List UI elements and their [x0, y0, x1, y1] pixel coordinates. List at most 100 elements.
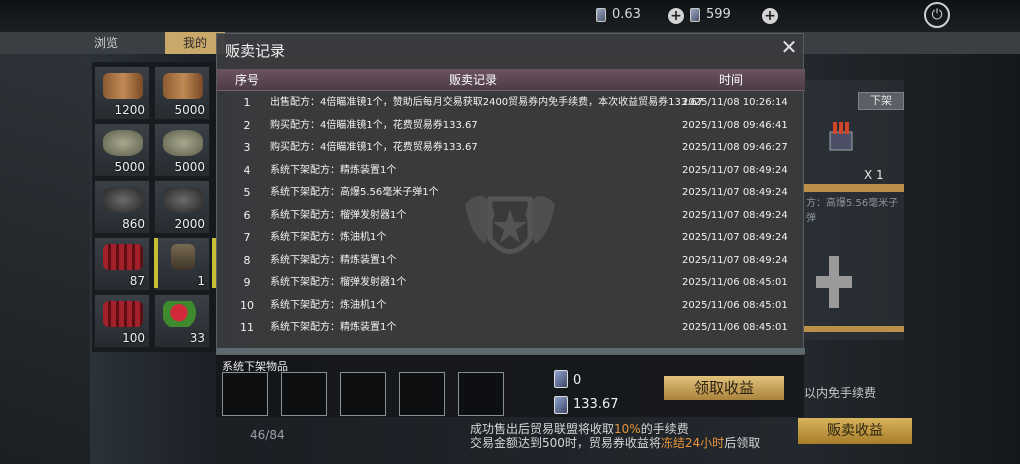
delisted-slot[interactable] [222, 372, 268, 416]
column-index: 序号 [235, 73, 260, 87]
sell-income-button[interactable]: 贩卖收益 [798, 418, 912, 444]
listing-quantity: X 1 [864, 168, 884, 182]
collect-income-button[interactable]: 领取收益 [664, 376, 784, 400]
item-count: 33 [189, 331, 205, 345]
record-time: 2025/11/06 08:45:01 [682, 322, 788, 333]
record-time: 2025/11/06 08:45:01 [682, 277, 788, 288]
item-count: 100 [122, 331, 145, 345]
record-text: 系统下架配方：榴弹发射器1个 [270, 277, 407, 288]
record-row: 4 系统下架配方：精炼装置1个 2025/11/07 08:49:24 [217, 160, 805, 183]
inventory-page-count: 46/84 [250, 428, 285, 442]
record-row: 11 系统下架配方：精炼装置1个 2025/11/06 08:45:01 [217, 317, 805, 340]
record-text: 系统下架配方：炼油机1个 [270, 299, 387, 311]
item-count: 87 [129, 274, 145, 288]
add-currency-1-button[interactable]: + [668, 8, 684, 24]
record-row: 8 系统下架配方：精炼装置1个 2025/11/07 08:49:24 [217, 250, 805, 273]
wood-icon [103, 73, 143, 99]
stone-icon [163, 130, 203, 156]
inventory-item-wood-2[interactable]: 5000 [154, 66, 210, 120]
inventory-item-stone[interactable]: 5000 [94, 123, 150, 177]
record-text: 系统下架配方：精炼装置1个 [270, 322, 397, 333]
inventory-item-wood[interactable]: 1200 [94, 66, 150, 120]
free-fee-text: 以内免手续费 [804, 386, 877, 400]
card-income-value: 0 [573, 373, 582, 388]
inventory-grid: 1200 5000 5000 5000 860 2000 87 1 100 33 [92, 62, 216, 352]
sales-record-dialog: 贩卖记录 ✕ 序号 贩卖记录 时间 1 出售配方：4倍瞄准镜1个，赞助后每月交易获… [216, 33, 805, 355]
delist-button[interactable]: 下架 [858, 92, 904, 110]
inventory-item-ore[interactable]: 860 [94, 180, 150, 234]
record-text: 购买配方：4倍瞄准镜1个，花费贸易券133.67 [270, 119, 478, 131]
inventory-item-dynamite-2[interactable]: 100 [94, 294, 150, 348]
ticket-income-value: 133.67 [573, 397, 619, 412]
delisted-slot[interactable] [399, 372, 445, 416]
item-count: 5000 [114, 160, 145, 174]
record-time: 2025/11/07 08:49:24 [682, 254, 788, 266]
scrollbar[interactable] [217, 348, 805, 354]
record-text: 系统下架配方：精炼装置1个 [270, 164, 397, 176]
freeze-duration: 冻结24小时 [660, 436, 725, 450]
record-time: 2025/11/08 09:46:41 [682, 119, 788, 131]
ore-icon [163, 187, 203, 213]
ticket-icon [596, 7, 606, 22]
record-time: 2025/11/07 08:49:24 [682, 209, 788, 221]
record-index: 1 [243, 96, 251, 109]
record-index: 5 [243, 186, 251, 199]
item-count: 2000 [174, 217, 205, 231]
inventory-item-berries[interactable]: 33 [154, 294, 210, 348]
add-listing-icon[interactable] [816, 252, 852, 312]
record-index: 11 [240, 321, 254, 334]
record-index: 3 [243, 141, 251, 154]
item-count: 5000 [174, 160, 205, 174]
inventory-item-boots[interactable]: 1 [154, 237, 210, 291]
fee-text: 后领取 [724, 436, 761, 450]
record-text: 系统下架配方：炼油机1个 [270, 232, 387, 243]
record-text: 系统下架配方：榴弹发射器1个 [270, 209, 407, 221]
record-row: 6 系统下架配方：榴弹发射器1个 2025/11/07 08:49:24 [217, 205, 805, 228]
currency-2-value: 599 [706, 7, 731, 22]
selection-bar [154, 238, 158, 288]
record-row: 3 购买配方：4倍瞄准镜1个，花费贸易券133.67 2025/11/08 09:4… [217, 137, 805, 160]
wood-icon [163, 73, 203, 99]
tab-browse[interactable]: 浏览 [72, 32, 140, 54]
record-text: 出售配方：4倍瞄准镜1个，赞助后每月交易获取2400贸易券内免手续费，本次收益贸… [270, 97, 704, 108]
currency-1-value: 0.63 [612, 7, 641, 22]
inventory-item-stone-2[interactable]: 5000 [154, 123, 210, 177]
delisted-slot[interactable] [458, 372, 504, 416]
currency-1: 0.63 [596, 7, 641, 22]
record-time: 2025/11/08 09:46:27 [682, 142, 788, 153]
column-time: 时间 [719, 73, 744, 87]
power-button[interactable]: ⏻ [924, 2, 950, 28]
delisted-slot[interactable] [281, 372, 327, 416]
divider [804, 326, 904, 332]
record-index: 2 [243, 118, 251, 132]
inventory-item-dynamite[interactable]: 87 [94, 237, 150, 291]
ammo-icon [829, 122, 853, 151]
boots-icon [171, 244, 195, 270]
ticket-icon [554, 396, 568, 414]
record-text: 购买配方：4倍瞄准镜1个，花费贸易券133.67 [270, 142, 478, 153]
dialog-title: 贩卖记录 [225, 42, 286, 60]
record-time: 2025/11/07 08:49:24 [682, 232, 788, 243]
top-bar [0, 0, 1020, 32]
records-list[interactable]: 1 出售配方：4倍瞄准镜1个，赞助后每月交易获取2400贸易券内免手续费，本次收益… [217, 92, 805, 346]
record-index: 8 [243, 253, 251, 267]
add-currency-2-button[interactable]: + [762, 8, 778, 24]
item-count: 5000 [174, 103, 205, 117]
record-time: 2025/11/06 08:45:01 [682, 299, 788, 311]
divider [804, 184, 904, 192]
stone-icon [103, 130, 143, 156]
inventory-item-ore-2[interactable]: 2000 [154, 180, 210, 234]
fee-text: 交易金额达到500时，贸易券收益将 [470, 436, 661, 450]
record-time: 2025/11/08 10:26:14 [682, 97, 788, 108]
fee-notice-line2: 交易金额达到500时，贸易券收益将冻结24小时后领取 [470, 434, 760, 451]
column-record: 贩卖记录 [449, 73, 498, 87]
close-icon[interactable]: ✕ [779, 37, 799, 58]
record-row: 5 系统下架配方：高爆5.56毫米子弹1个 2025/11/07 08:49:24 [217, 182, 805, 205]
record-row: 2 购买配方：4倍瞄准镜1个，花费贸易券133.67 2025/11/08 09:4… [217, 115, 805, 138]
ore-icon [103, 187, 143, 213]
berries-icon [163, 301, 203, 327]
record-row: 9 系统下架配方：榴弹发射器1个 2025/11/06 08:45:01 [217, 272, 805, 295]
delisted-slot[interactable] [340, 372, 386, 416]
item-count: 1 [197, 274, 205, 288]
record-index: 6 [243, 208, 251, 222]
